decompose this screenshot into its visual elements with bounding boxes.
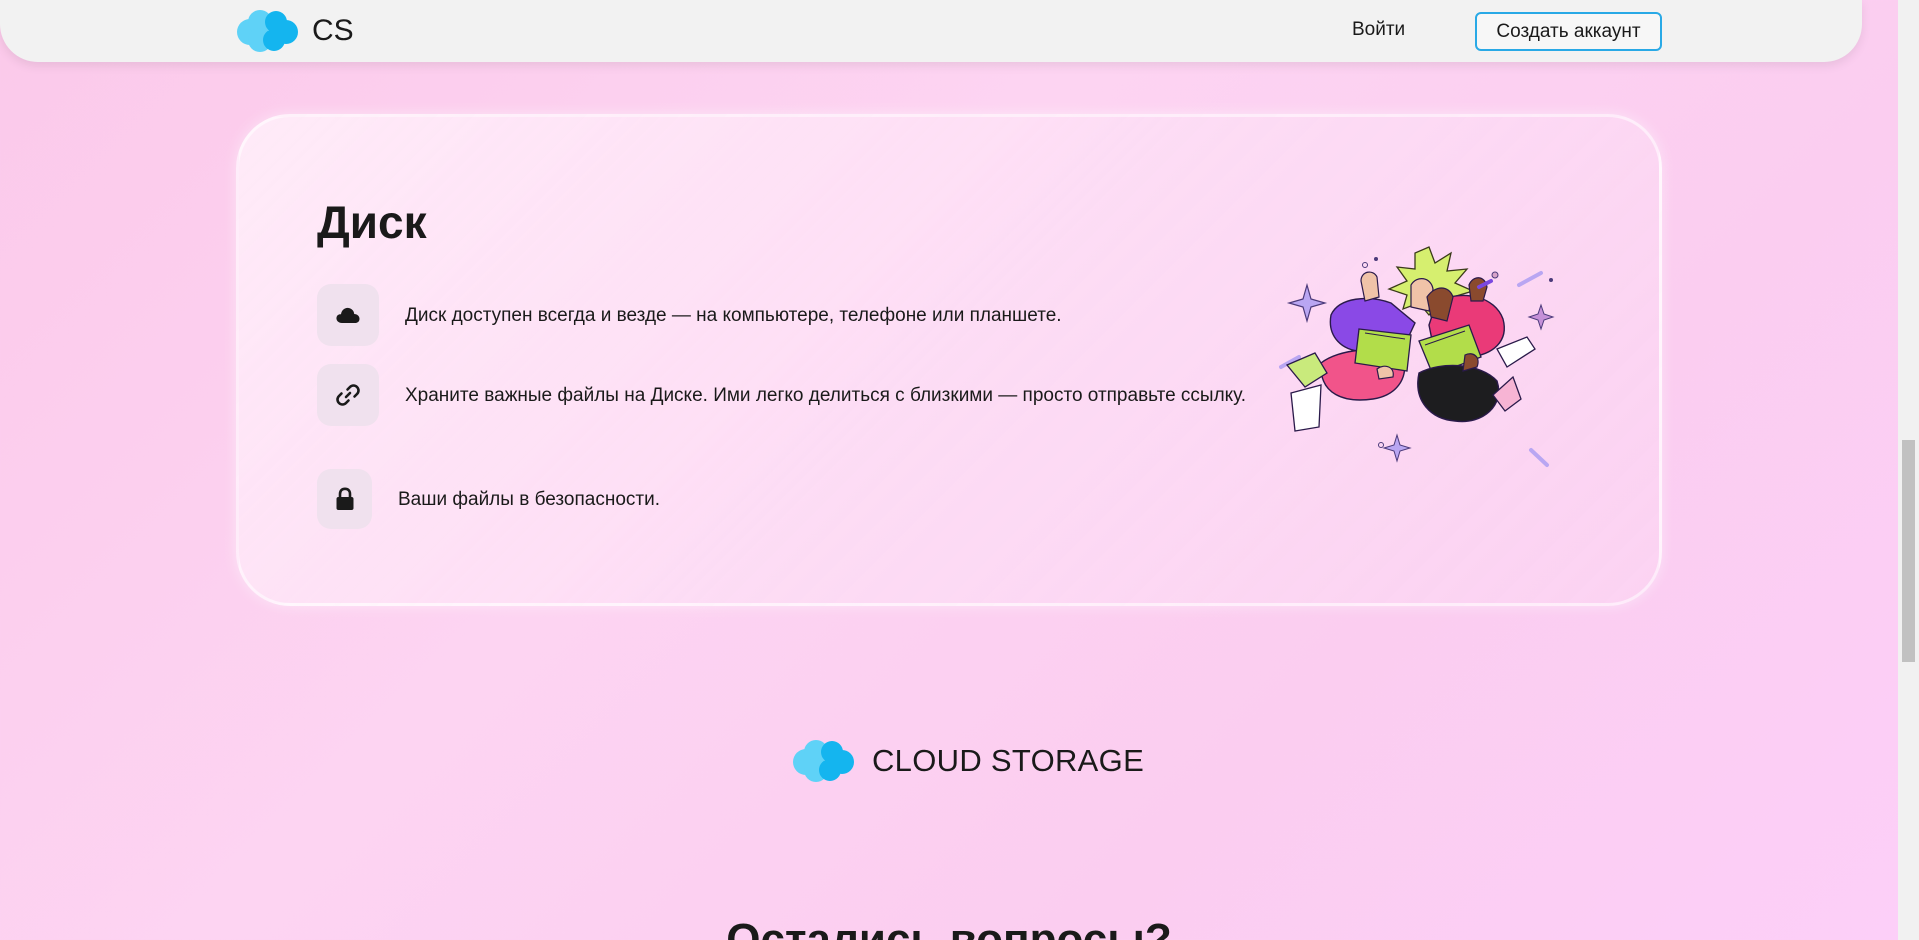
feature-text: Храните важные файлы на Диске. Ими легко… <box>405 384 1247 406</box>
lock-icon <box>317 469 372 529</box>
footer-brand-logo[interactable]: CLOUD STORAGE <box>792 738 1144 784</box>
page-scrollbar[interactable] <box>1898 0 1919 940</box>
disk-feature-card: Диск Диск доступен всегда и везде — на к… <box>236 114 1662 606</box>
link-icon <box>317 364 379 426</box>
feature-text: Диск доступен всегда и везде — на компью… <box>405 304 1062 326</box>
top-navbar: CS Войти Создать аккаунт <box>0 0 1862 62</box>
cloud-icon <box>317 284 379 346</box>
footer-brand-name: CLOUD STORAGE <box>872 743 1145 778</box>
login-button[interactable]: Войти <box>1352 19 1405 41</box>
brand-logo[interactable]: CS <box>236 8 354 54</box>
cloud-logo-icon <box>237 10 298 52</box>
brand-name: CS <box>312 14 354 47</box>
feature-item-sharing: Храните важные файлы на Диске. Ими легко… <box>317 364 1255 426</box>
feature-item-anywhere: Диск доступен всегда и везде — на компью… <box>317 284 1255 346</box>
create-account-button[interactable]: Создать аккаунт <box>1475 12 1662 51</box>
faq-heading: Остались вопросы? <box>726 915 1172 940</box>
cloud-logo-icon <box>793 740 854 782</box>
card-title: Диск <box>317 196 427 248</box>
feature-item-security: Ваши файлы в безопасности. <box>317 469 1248 529</box>
feature-text: Ваши файлы в безопасности. <box>398 488 660 510</box>
scrollbar-thumb[interactable] <box>1902 440 1915 662</box>
high-five-illustration <box>1279 246 1555 467</box>
